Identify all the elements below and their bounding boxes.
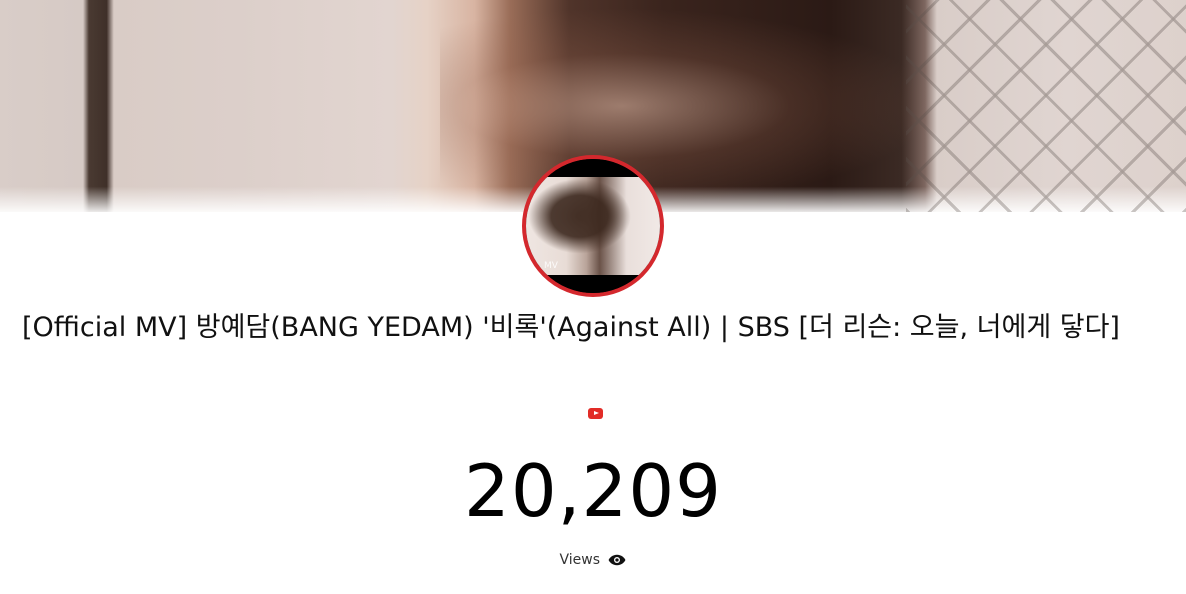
eye-icon bbox=[609, 554, 626, 566]
letterbox-top bbox=[526, 159, 660, 177]
views-label-row: Views bbox=[0, 550, 1186, 570]
video-thumbnail-avatar[interactable]: MV bbox=[522, 155, 664, 297]
view-count: 20,209 bbox=[464, 449, 722, 533]
banner-fence bbox=[906, 0, 1186, 212]
views-label: Views bbox=[559, 552, 601, 568]
video-title[interactable]: [Official MV] 방예담(BANG YEDAM) '비록'(Again… bbox=[22, 311, 1167, 345]
thumbnail-tag: MV bbox=[544, 261, 558, 271]
letterbox-bottom bbox=[526, 275, 660, 293]
youtube-icon[interactable] bbox=[588, 408, 603, 419]
banner-face bbox=[440, 0, 960, 212]
